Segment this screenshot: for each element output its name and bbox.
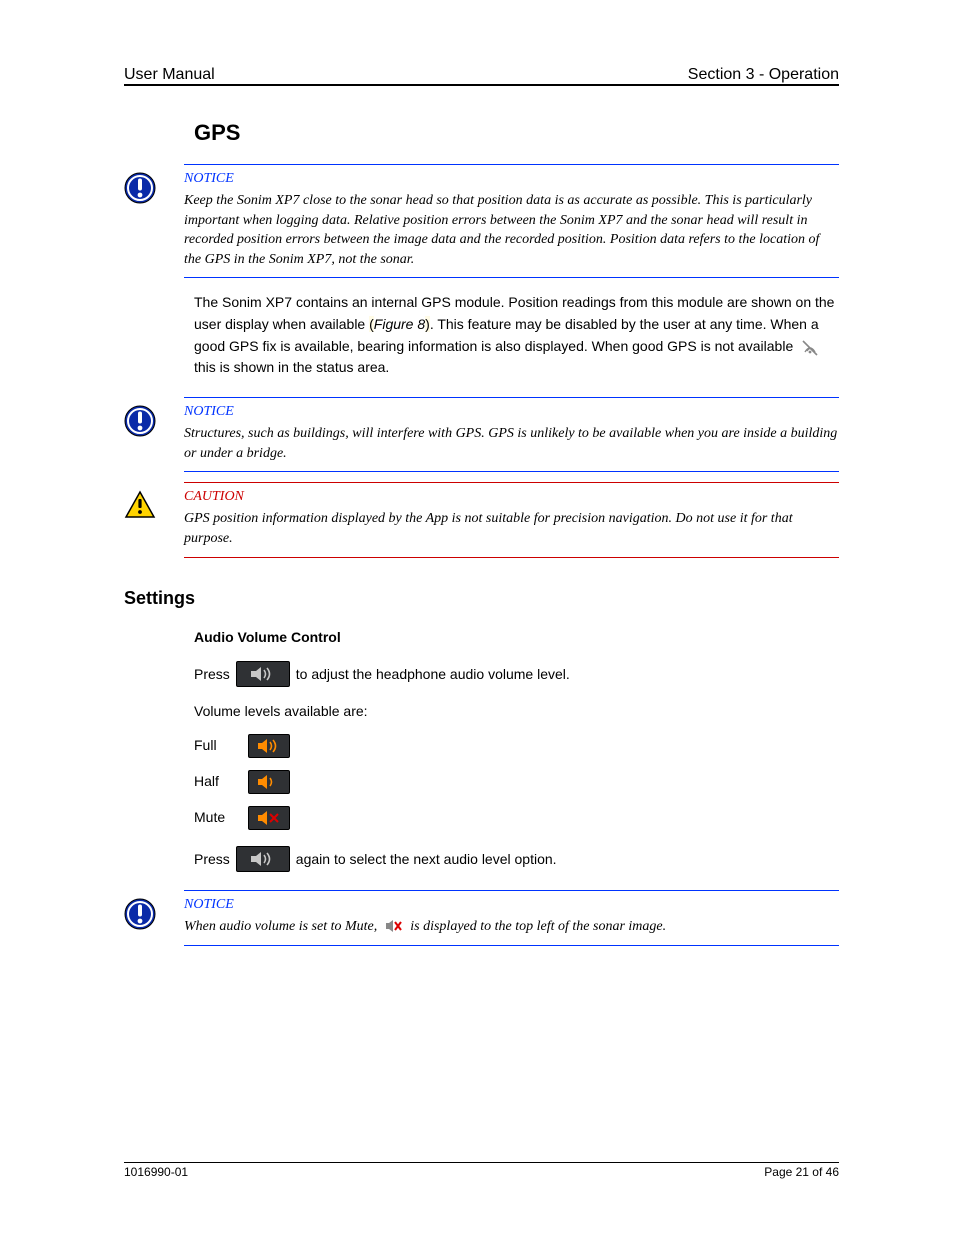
volume-button-icon	[236, 661, 290, 687]
audio-press-a: Press	[194, 666, 230, 682]
audio-step-press: Press to adjust the headphone audio volu…	[194, 661, 839, 687]
page-footer: 1016990-01 Page 21 of 46	[124, 1162, 839, 1179]
footer-right: Page 21 of 46	[764, 1165, 839, 1179]
notice-icon	[124, 172, 156, 278]
notice-label: NOTICE	[184, 404, 839, 420]
volume-button-icon	[236, 846, 290, 872]
gps-body-part-c: this is shown in the status area.	[194, 359, 389, 375]
list-item: Mute	[194, 806, 839, 830]
notice-block-gps-position: NOTICE Keep the Sonim XP7 close to the s…	[124, 164, 839, 278]
mute-status-icon	[385, 919, 403, 935]
subsection-heading-audio: Audio Volume Control	[194, 629, 838, 645]
volume-full-icon	[248, 734, 290, 758]
volume-level-label: Full	[194, 735, 240, 757]
section-heading-gps: GPS	[194, 120, 839, 146]
audio-press-b: to adjust the headphone audio volume lev…	[296, 666, 570, 682]
page-header: User Manual Section 3 - Operation	[124, 66, 839, 84]
notice-icon	[124, 405, 156, 472]
notice-block-structures: NOTICE Structures, such as buildings, wi…	[124, 397, 839, 472]
list-item: Half	[194, 770, 839, 794]
audio-step-press-again: Press again to select the next audio lev…	[194, 846, 839, 872]
volume-level-label: Half	[194, 771, 240, 793]
gps-body-paragraph: The Sonim XP7 contains an internal GPS m…	[194, 292, 839, 379]
audio-outro-a: Press	[194, 851, 230, 867]
section-heading-settings: Settings	[124, 588, 838, 609]
caution-text: GPS position information displayed by th…	[184, 509, 839, 548]
no-gps-satellite-icon	[801, 338, 819, 356]
caution-label: CAUTION	[184, 489, 839, 505]
volume-levels-intro: Volume levels available are:	[194, 701, 839, 723]
list-item: Full	[194, 734, 839, 758]
notice3-text-b: is displayed to the top left of the sona…	[410, 919, 666, 934]
audio-outro-b: again to select the next audio level opt…	[296, 851, 557, 867]
notice-text: Keep the Sonim XP7 close to the sonar he…	[184, 191, 839, 269]
caution-icon	[124, 490, 156, 557]
volume-levels-list: Full Half Mute	[194, 734, 839, 830]
volume-level-label: Mute	[194, 807, 240, 829]
notice3-text-a: When audio volume is set to Mute,	[184, 919, 381, 934]
notice-icon	[124, 898, 156, 946]
volume-mute-icon	[248, 806, 290, 830]
notice-text: Structures, such as buildings, will inte…	[184, 424, 839, 463]
volume-half-icon	[248, 770, 290, 794]
caution-block-navigation: CAUTION GPS position information display…	[124, 482, 839, 557]
header-left: User Manual	[124, 66, 215, 84]
notice-label: NOTICE	[184, 897, 839, 913]
notice-text: When audio volume is set to Mute, is dis…	[184, 917, 839, 937]
footer-left: 1016990-01	[124, 1165, 188, 1179]
notice-block-mute: NOTICE When audio volume is set to Mute,…	[124, 890, 839, 946]
header-rule	[124, 84, 839, 86]
header-right: Section 3 - Operation	[688, 66, 839, 84]
notice-label: NOTICE	[184, 171, 839, 187]
